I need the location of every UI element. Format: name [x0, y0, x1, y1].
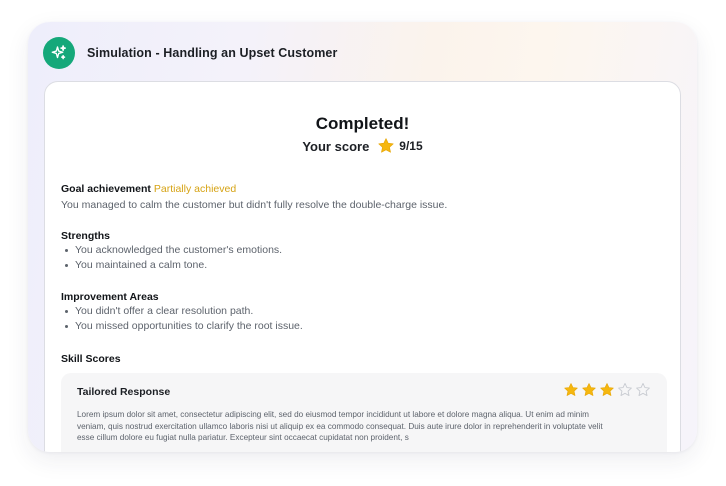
goal-status: Partially achieved	[153, 183, 237, 195]
skill-rating	[561, 382, 651, 398]
list-item: You maintained a calm tone.	[65, 258, 282, 273]
completed-title: Completed!	[315, 114, 410, 133]
list-item: You missed opportunities to clarify the …	[65, 319, 303, 334]
strengths-list: You acknowledged the customer's emotions…	[65, 243, 282, 273]
star-filled-icon	[599, 382, 615, 398]
goal-description: You managed to calm the customer but did…	[61, 199, 448, 211]
star-filled-icon	[581, 382, 597, 398]
score-value: 9/15	[399, 139, 423, 153]
header: Simulation - Handling an Upset Customer	[43, 37, 337, 69]
bullet-icon	[65, 310, 68, 313]
skill-scores-heading: Skill Scores	[61, 353, 121, 365]
page-title: Simulation - Handling an Upset Customer	[87, 46, 338, 60]
goal-achievement-heading: Goal achievement Partially achieved	[61, 183, 236, 195]
bullet-icon	[65, 264, 68, 267]
list-item: You didn't offer a clear resolution path…	[65, 304, 303, 319]
page: Simulation - Handling an Upset Customer …	[0, 0, 726, 486]
skill-name: Tailored Response	[77, 386, 171, 398]
score-label: Your score	[302, 138, 370, 154]
results-card: Completed! Your score 9/15 Goal achievem…	[44, 81, 681, 452]
bullet-icon	[65, 249, 68, 252]
star-empty-icon	[617, 382, 633, 398]
simulation-window: Simulation - Handling an Upset Customer …	[28, 22, 697, 452]
sparkles-icon	[43, 37, 75, 69]
improvement-list: You didn't offer a clear resolution path…	[65, 304, 303, 334]
strengths-heading: Strengths	[61, 230, 111, 242]
improvement-areas-heading: Improvement Areas	[61, 291, 159, 303]
score-row: Your score 9/15	[45, 137, 680, 155]
star-filled-icon	[563, 382, 579, 398]
star-icon	[377, 137, 395, 155]
goal-label: Goal achievement	[61, 183, 151, 195]
skill-card: Tailored Response Lorem ipsum dolor sit …	[61, 373, 667, 452]
list-item: You acknowledged the customer's emotions…	[65, 243, 282, 258]
bullet-icon	[65, 325, 68, 328]
skill-description: Lorem ipsum dolor sit amet, consectetur …	[77, 410, 603, 442]
star-empty-icon	[635, 382, 651, 398]
